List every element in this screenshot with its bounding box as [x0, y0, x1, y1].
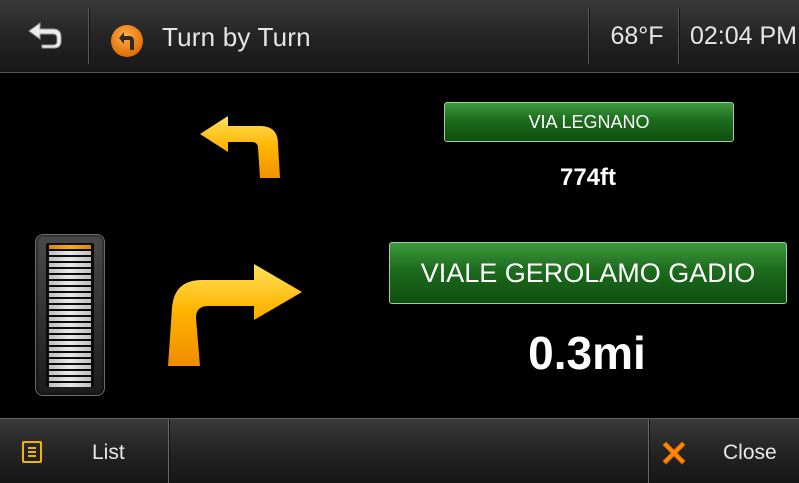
signal-meter-segment — [49, 281, 91, 285]
header-divider — [588, 8, 589, 64]
footer-bar: List Close — [0, 418, 799, 483]
signal-meter-segment — [49, 353, 91, 357]
clock-readout: 02:04 PM — [690, 22, 798, 50]
signal-meter-segment — [49, 311, 91, 315]
turn-by-turn-icon — [111, 25, 143, 57]
signal-meter-segment — [49, 341, 91, 345]
back-button[interactable] — [8, 6, 86, 66]
signal-meter-segment — [49, 275, 91, 279]
signal-meter-segment — [49, 293, 91, 297]
navigation-screen: Turn by Turn 68°F 02:04 PM VIA LEGNANO 7… — [0, 0, 799, 483]
back-arrow-icon — [28, 22, 62, 49]
next-turn-distance: 774ft — [559, 164, 617, 191]
header-divider — [88, 8, 89, 64]
footer-divider — [168, 419, 169, 483]
signal-meter-segment — [49, 383, 91, 387]
signal-meter-segment — [49, 305, 91, 309]
signal-meter-track — [46, 243, 94, 387]
page-title: Turn by Turn — [162, 22, 311, 52]
signal-strength-meter — [35, 234, 105, 396]
signal-meter-segment — [49, 269, 91, 273]
signal-meter-segment — [49, 317, 91, 321]
signal-meter-segment — [49, 299, 91, 303]
list-icon — [22, 441, 42, 463]
signal-meter-segment — [49, 245, 91, 249]
signal-meter-segment — [49, 251, 91, 255]
current-turn-distance: 0.3mi — [528, 327, 646, 379]
signal-meter-segment — [49, 329, 91, 333]
header-divider — [678, 8, 679, 64]
signal-meter-segment — [49, 365, 91, 369]
list-button[interactable]: List — [8, 419, 168, 483]
current-turn-right-arrow-icon — [168, 264, 302, 366]
signal-meter-segment — [49, 335, 91, 339]
current-street-sign: VIALE GEROLAMO GADIO — [389, 242, 787, 304]
close-x-icon — [662, 441, 686, 465]
close-button[interactable]: Close — [650, 419, 799, 483]
signal-meter-segment — [49, 371, 91, 375]
next-street-sign: VIA LEGNANO — [444, 102, 734, 142]
temperature-readout: 68°F — [610, 22, 664, 50]
next-turn-left-arrow-icon — [200, 116, 280, 178]
signal-meter-segment — [49, 287, 91, 291]
header-bar: Turn by Turn 68°F 02:04 PM — [0, 0, 799, 73]
signal-meter-segment — [49, 263, 91, 267]
close-button-label: Close — [723, 441, 777, 464]
list-button-label: List — [92, 441, 125, 464]
footer-divider — [648, 419, 649, 483]
signal-meter-segment — [49, 347, 91, 351]
signal-meter-segment — [49, 323, 91, 327]
signal-meter-segment — [49, 377, 91, 381]
signal-meter-segment — [49, 359, 91, 363]
signal-meter-segment — [49, 257, 91, 261]
